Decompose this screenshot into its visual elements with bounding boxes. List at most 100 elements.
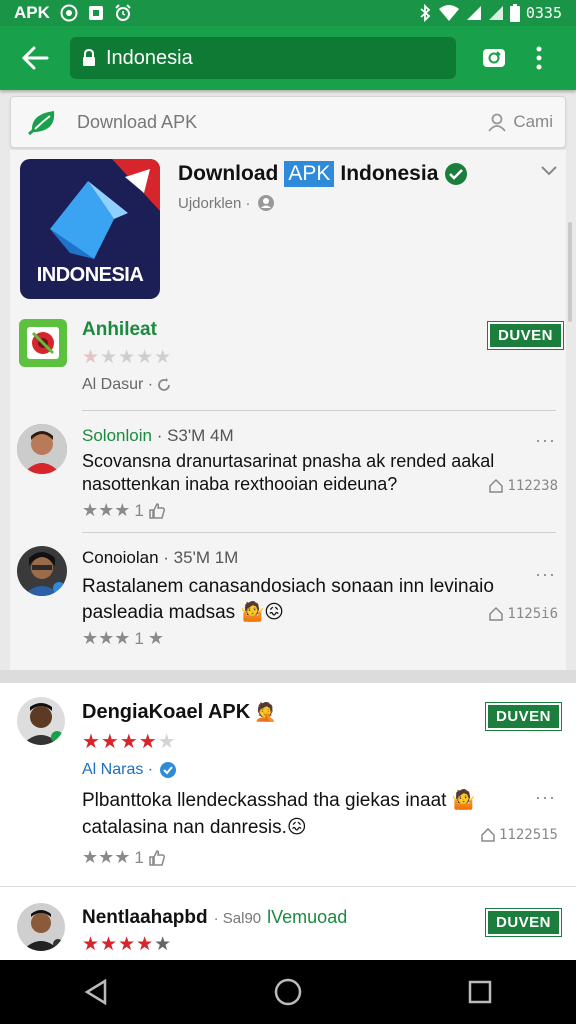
related-developer-text: Al Dasur ·: [82, 376, 154, 393]
more-vertical-icon: [536, 46, 542, 70]
rating-count: 1: [134, 847, 144, 867]
avatar[interactable]: [17, 903, 65, 951]
thumbs-up-icon[interactable]: [148, 502, 166, 520]
lower-item-developer[interactable]: Al Naras ·: [82, 761, 177, 779]
review-header: Conoiolan · 35'M 1M: [82, 548, 238, 568]
review-text-line: nasottenkan inaba rexthooian eideuna?: [82, 474, 398, 494]
signal-icon: [466, 5, 482, 21]
status-bar: APK 0335: [0, 0, 576, 26]
app-bar: Indonesia: [0, 26, 576, 90]
review-meta: · 35'M 1M: [163, 548, 239, 567]
app-title-suffix: Indonesia: [340, 162, 439, 185]
battery-icon: [509, 4, 520, 22]
divider: [82, 410, 556, 411]
tab-switch-button[interactable]: [472, 36, 516, 80]
lower-more-button[interactable]: ···: [535, 787, 556, 808]
verified-check-icon: [445, 163, 468, 185]
review-text: Rastalanem canasandosiach sonaan inn lev…: [82, 574, 502, 626]
thumbs-up-icon[interactable]: [148, 849, 166, 867]
related-app-name[interactable]: Anhileat: [82, 319, 157, 341]
app-subtitle: Ujdorklen ·: [178, 194, 275, 212]
recents-square-icon: [468, 980, 492, 1004]
chevron-down-icon: [541, 166, 557, 176]
avatar[interactable]: [17, 697, 65, 745]
target-icon: [60, 4, 78, 22]
likes-value: 112238: [507, 478, 558, 494]
nav-bar: [0, 960, 576, 1024]
search-bar[interactable]: Download APK Cami: [10, 96, 566, 148]
divider: [0, 886, 576, 887]
home-circle-icon: [274, 978, 302, 1006]
star-icon[interactable]: ★: [148, 628, 164, 649]
review-more-button[interactable]: ···: [535, 564, 556, 585]
carrier-label: APK: [14, 3, 50, 22]
lower-item-meta: · Sal90: [213, 910, 262, 927]
lock-icon: [82, 49, 96, 67]
back-arrow-icon: [21, 46, 49, 70]
emoji-icon: 🤷: [451, 790, 476, 811]
nav-home-button[interactable]: [258, 962, 318, 1022]
back-button[interactable]: [10, 33, 60, 83]
leaf-logo-icon: [27, 106, 59, 138]
signal-icon: [488, 5, 504, 21]
rating-count: 1: [134, 500, 144, 520]
lower-item-title[interactable]: DengiaKoael APK 🤦: [82, 701, 277, 724]
reviewer-name[interactable]: Conoiolan: [82, 548, 159, 567]
reviewer-name[interactable]: Solonloin: [82, 426, 152, 445]
likes-count: 112238: [489, 478, 558, 494]
lower-download-button[interactable]: DUVEN: [484, 908, 563, 937]
avatar[interactable]: [17, 546, 67, 596]
nav-back-button[interactable]: [66, 962, 126, 1022]
review-more-button[interactable]: ···: [535, 430, 556, 451]
user-badge-icon: [257, 195, 274, 211]
nav-recents-button[interactable]: [450, 962, 510, 1022]
lower-item-title-text: Nentlaahapbd: [82, 907, 208, 928]
review-text-line: Rastalanem canasandosiach sonaan inn lev…: [82, 576, 494, 597]
review-meta: · S3'M 4M: [156, 426, 234, 445]
app-icon-label: INDONESIA: [36, 264, 144, 286]
app-card: INDONESIA Download APK Indonesia Ujdorkl…: [10, 150, 572, 670]
related-app-rating: ★★★★★: [82, 347, 173, 368]
lower-item-text: Plbanttoka llendeckasshad tha giekas ina…: [82, 787, 512, 841]
photo-icon: [88, 5, 104, 21]
lower-text-line: catalasina nan danresis.: [82, 817, 287, 838]
avatar[interactable]: [17, 424, 67, 474]
review-header: Solonloin · S3'M 4M: [82, 426, 234, 446]
url-bar[interactable]: Indonesia: [70, 37, 456, 79]
review-rating: ★★★ 1: [82, 500, 166, 521]
related-download-button[interactable]: DUVEN: [486, 321, 565, 350]
bluetooth-icon: [418, 4, 432, 22]
related-app-icon[interactable]: [19, 319, 67, 367]
likes-count: 1122515: [481, 827, 558, 843]
lower-developer-text: Al Naras ·: [82, 761, 154, 778]
back-triangle-icon: [84, 979, 107, 1005]
review-text-line: pasleadia madsas: [82, 602, 236, 623]
expand-button[interactable]: [540, 164, 558, 182]
url-text: Indonesia: [106, 46, 193, 69]
clock: 0335: [525, 4, 562, 22]
app-icon[interactable]: INDONESIA: [20, 159, 160, 299]
review-text: Scovansna dranurtasarinat pnasha ak rend…: [82, 450, 502, 496]
home-icon: [489, 479, 504, 493]
lower-download-button[interactable]: DUVEN: [484, 702, 563, 731]
emoji-icon: 😖: [286, 817, 307, 838]
search-input[interactable]: Download APK: [77, 112, 197, 133]
section-divider: [0, 670, 576, 682]
emoji-icon: 🤦: [254, 702, 277, 722]
home-icon: [489, 607, 504, 621]
refresh-icon: [158, 378, 171, 391]
app-title-prefix: Download: [178, 162, 279, 185]
lower-item-title[interactable]: Nentlaahapbd · Sal90 lVemuoad: [82, 907, 347, 929]
emoji-icon: 🤷😖: [240, 602, 284, 623]
user-icon: [488, 113, 507, 132]
rating-count: 1: [134, 628, 144, 648]
likes-value: 1125i6: [507, 606, 558, 622]
app-subtitle-text: Ujdorklen ·: [178, 194, 251, 212]
likes-count: 1125i6: [489, 606, 558, 622]
app-title-tag: APK: [284, 161, 335, 187]
camera-button[interactable]: Cami: [487, 112, 553, 132]
verified-badge-icon: [160, 762, 177, 778]
lower-item-link[interactable]: lVemuoad: [267, 907, 347, 928]
more-menu-button[interactable]: [524, 36, 554, 80]
scrollbar[interactable]: [568, 222, 572, 322]
